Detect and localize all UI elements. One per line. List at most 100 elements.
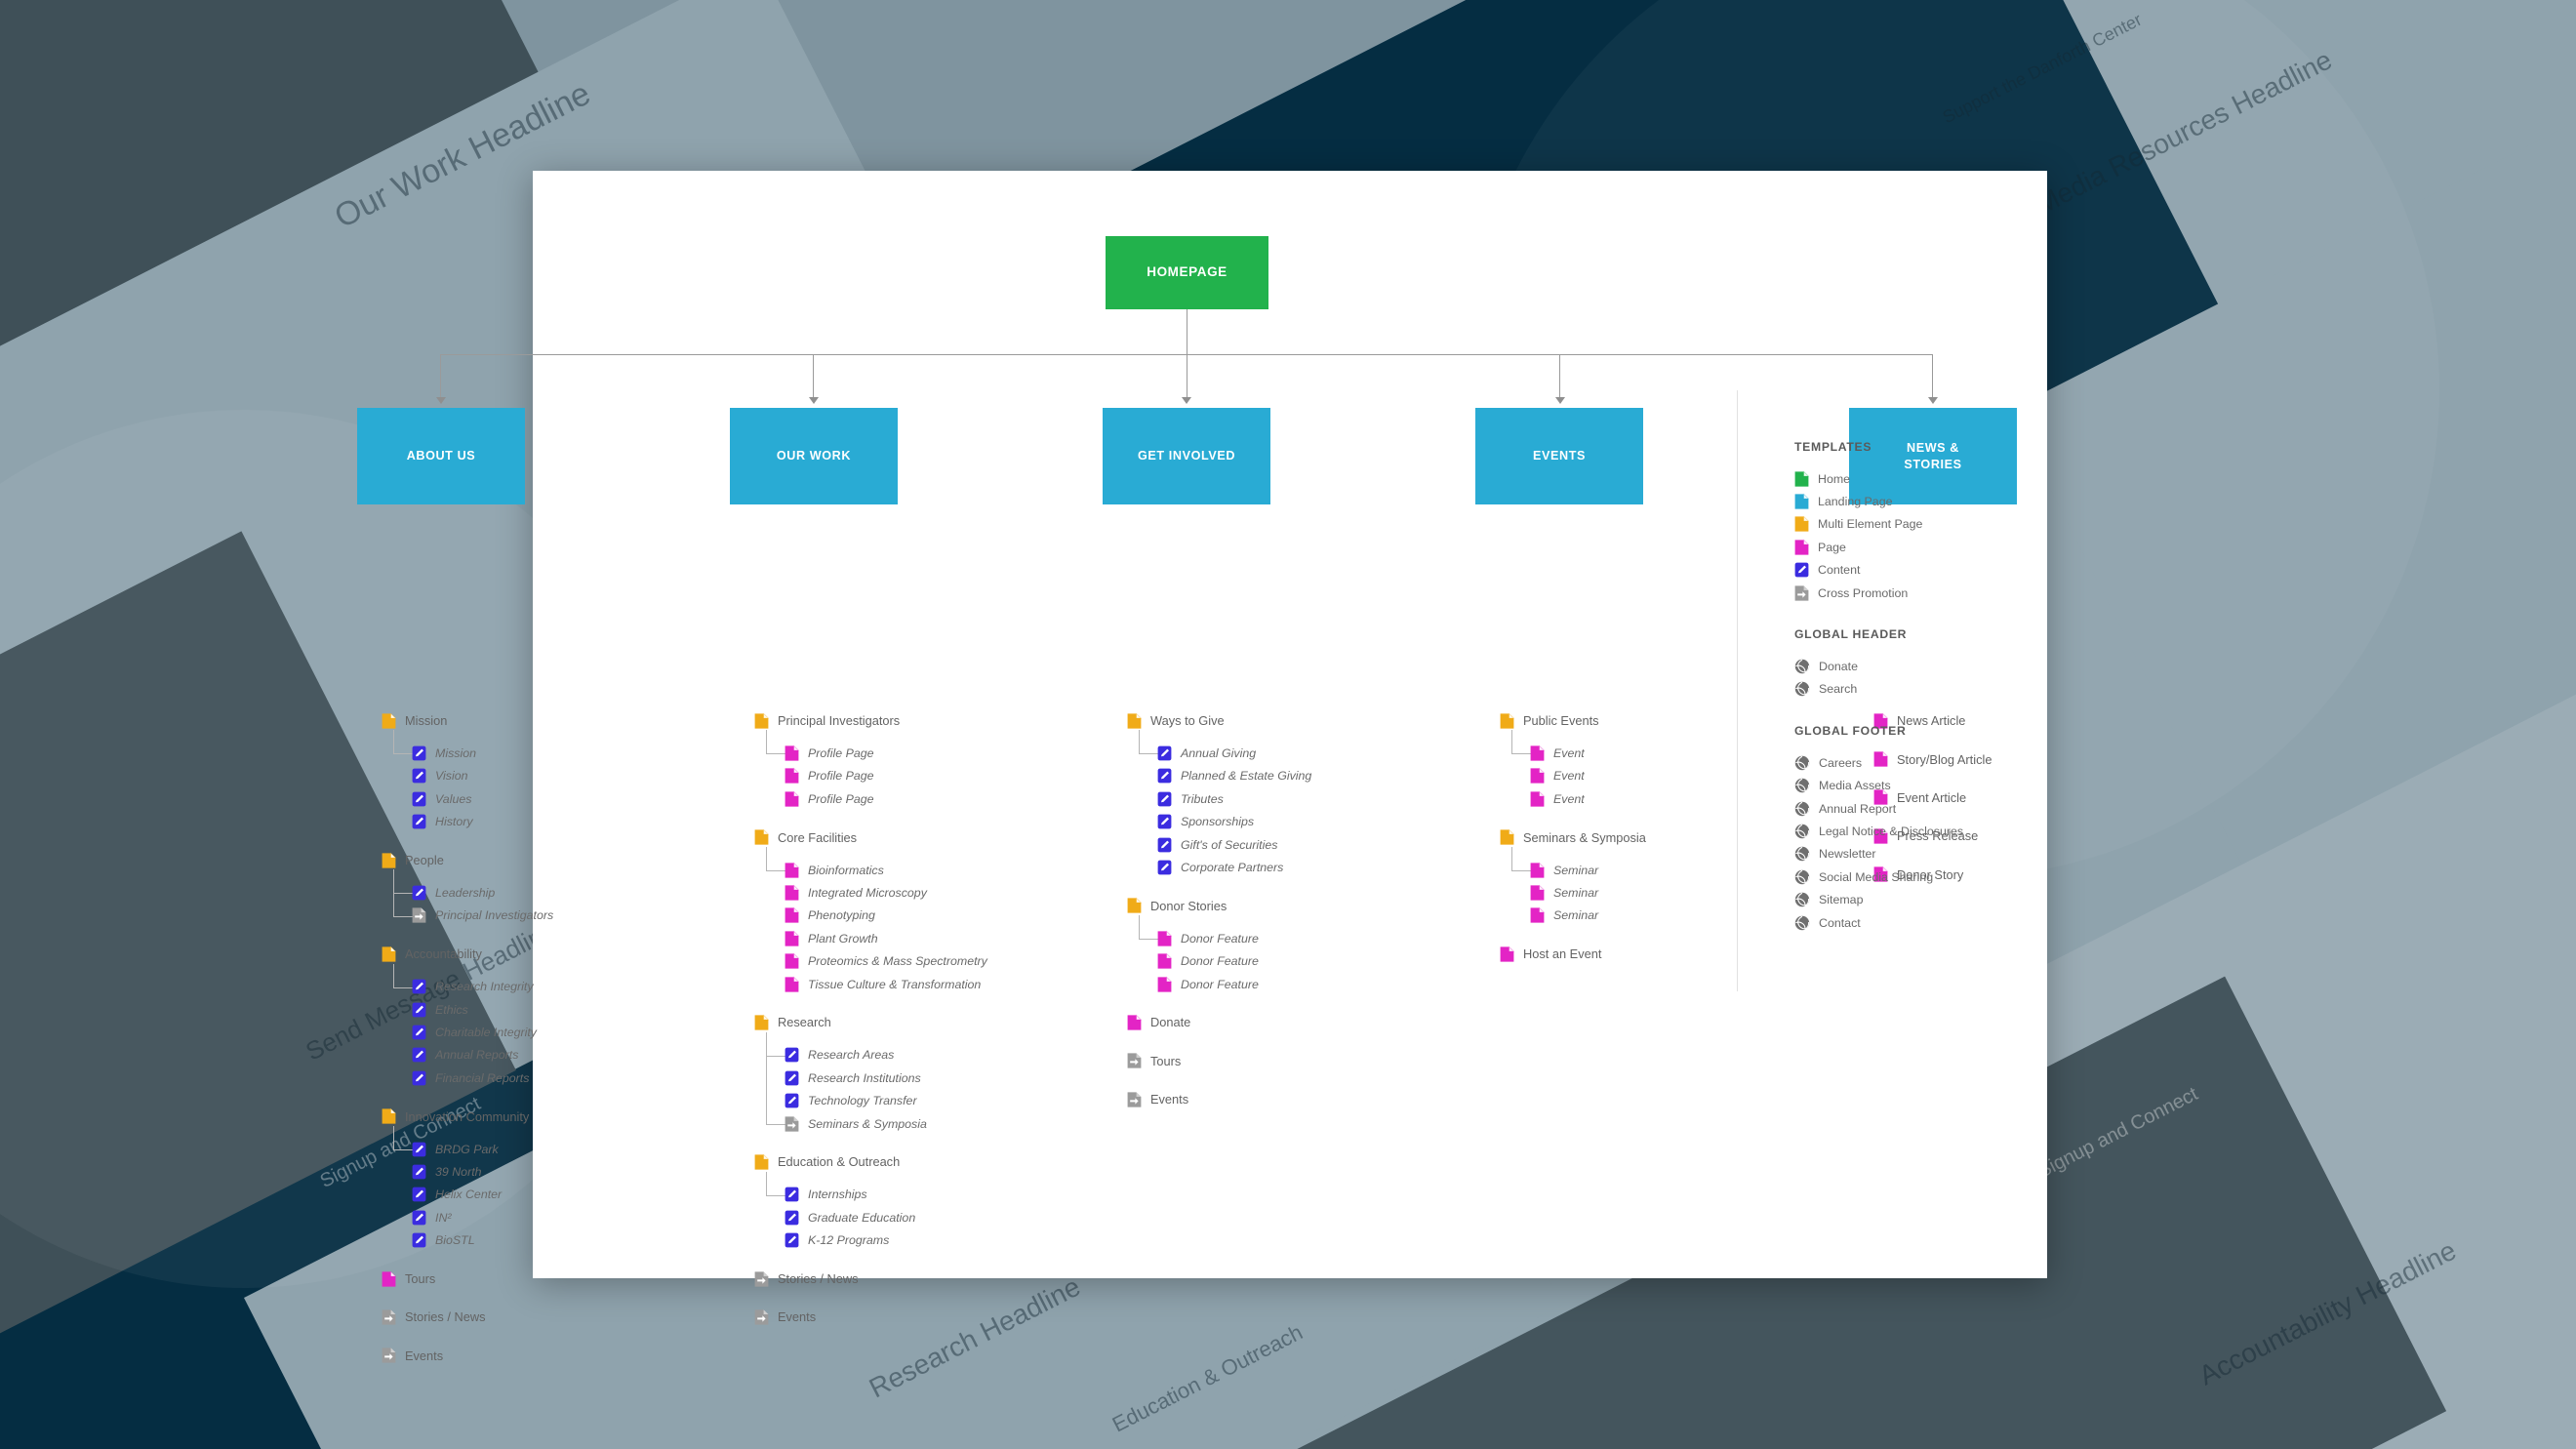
sitemap-child-row[interactable]: Principal Investigators xyxy=(382,869,704,927)
sitemap-parent-row[interactable]: Principal Investigators xyxy=(754,709,1086,732)
sitemap-child-row[interactable]: Proteomics & Mass Spectrometry xyxy=(754,950,1086,973)
legend-item[interactable]: Page xyxy=(1794,536,2048,558)
sitemap-parent-row[interactable]: Tours xyxy=(1127,1050,1449,1072)
legend-item[interactable]: Landing Page xyxy=(1794,490,2048,512)
sitemap-child-row[interactable]: Event xyxy=(1500,787,1822,810)
sitemap-parent-row[interactable]: Seminars & Symposia xyxy=(1500,826,1822,849)
node-about-us[interactable]: ABOUT US xyxy=(357,408,525,504)
sitemap-child-row[interactable]: Charitable Integrity xyxy=(382,1021,704,1043)
sitemap-parent-row[interactable]: Stories / News xyxy=(754,1268,1086,1290)
sitemap-child-row[interactable]: Research Integrity xyxy=(382,963,704,998)
sitemap-parent-row[interactable]: Stories / News xyxy=(382,1306,704,1328)
legend-item[interactable]: Home xyxy=(1794,467,2048,490)
sitemap-child-row[interactable]: Seminar xyxy=(1500,905,1822,927)
sitemap-child-row[interactable]: History xyxy=(382,811,704,833)
legend-item[interactable]: Legal Notice & Disclosures xyxy=(1794,820,2048,842)
sitemap-child-row[interactable]: Donor Feature xyxy=(1127,973,1449,995)
sitemap-parent-row[interactable]: Ways to Give xyxy=(1127,709,1449,732)
sitemap-parent-row[interactable]: Innovation Community xyxy=(382,1105,704,1127)
page-icon xyxy=(1530,906,1546,924)
tree-elbow xyxy=(766,730,790,757)
sitemap-child-row[interactable]: Phenotyping xyxy=(754,905,1086,927)
sitemap-child-row[interactable]: BioSTL xyxy=(382,1228,704,1251)
sitemap-child-row[interactable]: Event xyxy=(1500,765,1822,787)
sitemap-child-row[interactable]: Plant Growth xyxy=(754,927,1086,949)
sitemap-parent-row[interactable]: People xyxy=(382,849,704,871)
sitemap-child-row[interactable]: Seminar xyxy=(1500,846,1822,881)
sitemap-child-row[interactable]: Planned & Estate Giving xyxy=(1127,765,1449,787)
legend-item[interactable]: Newsletter xyxy=(1794,843,2048,865)
legend-item[interactable]: Cross Promotion xyxy=(1794,582,2048,604)
sitemap-parent-label: Public Events xyxy=(1523,713,1599,729)
legend-item[interactable]: Social Media Sharing xyxy=(1794,865,2048,888)
globe-icon xyxy=(1794,915,1810,931)
sitemap-child-row[interactable]: Helix Center xyxy=(382,1184,704,1206)
sitemap-child-row[interactable]: Research Areas xyxy=(754,1031,1086,1067)
sitemap-child-row[interactable]: Annual Reports xyxy=(382,1044,704,1067)
sitemap-parent-label: Host an Event xyxy=(1523,946,1602,962)
sitemap-child-row[interactable]: Gift's of Securities xyxy=(1127,833,1449,856)
sitemap-child-row[interactable]: Research Institutions xyxy=(754,1067,1086,1089)
sitemap-child-row[interactable]: Donor Feature xyxy=(1127,915,1449,949)
sitemap-parent-row[interactable]: Events xyxy=(754,1306,1086,1328)
legend-item[interactable]: Media Assets xyxy=(1794,775,2048,797)
legend-item[interactable]: Search xyxy=(1794,678,2048,701)
sitemap-child-row[interactable]: Leadership xyxy=(382,869,704,904)
sitemap-child-row[interactable]: Integrated Microscopy xyxy=(754,881,1086,904)
sitemap-child-row[interactable]: Graduate Education xyxy=(754,1206,1086,1228)
sitemap-child-row[interactable]: Mission xyxy=(382,730,704,764)
sitemap-parent-row[interactable]: Public Events xyxy=(1500,709,1822,732)
content-icon xyxy=(412,1186,426,1203)
sitemap-parent-row[interactable]: Events xyxy=(1127,1088,1449,1110)
sitemap-child-row[interactable]: BRDG Park xyxy=(382,1125,704,1160)
legend-item[interactable]: Contact xyxy=(1794,911,2048,934)
legend-item[interactable]: Careers xyxy=(1794,751,2048,774)
sitemap-child-row[interactable]: Corporate Partners xyxy=(1127,856,1449,878)
sitemap-child-row[interactable]: Profile Page xyxy=(754,730,1086,764)
sitemap-child-row[interactable]: Annual Giving xyxy=(1127,730,1449,764)
sitemap-child-row[interactable]: Profile Page xyxy=(754,765,1086,787)
legend-item[interactable]: Donate xyxy=(1794,655,2048,677)
sitemap-child-row[interactable]: 39 North xyxy=(382,1160,704,1183)
legend-item[interactable]: Content xyxy=(1794,559,2048,582)
sitemap-child-row[interactable]: Values xyxy=(382,787,704,810)
sitemap-child-row[interactable]: Financial Reports xyxy=(382,1067,704,1089)
sitemap-group: Events xyxy=(1127,1088,1449,1110)
sitemap-child-row[interactable]: Seminar xyxy=(1500,881,1822,904)
sitemap-child-row[interactable]: Profile Page xyxy=(754,787,1086,810)
legend-item[interactable]: Multi Element Page xyxy=(1794,513,2048,536)
sitemap-child-row[interactable]: K-12 Programs xyxy=(754,1228,1086,1251)
node-events[interactable]: EVENTS xyxy=(1475,408,1643,504)
sitemap-parent-row[interactable]: Host an Event xyxy=(1500,943,1822,965)
sitemap-child-row[interactable]: Tissue Culture & Transformation xyxy=(754,973,1086,995)
sitemap-child-row[interactable]: Bioinformatics xyxy=(754,846,1086,881)
sitemap-parent-row[interactable]: Events xyxy=(382,1345,704,1367)
sitemap-parent-row[interactable]: Donate xyxy=(1127,1011,1449,1033)
sitemap-parent-row[interactable]: Core Facilities xyxy=(754,826,1086,849)
sitemap-child-row[interactable]: Technology Transfer xyxy=(754,1089,1086,1111)
legend-item[interactable]: Annual Report xyxy=(1794,797,2048,820)
sitemap-child-row[interactable]: Donor Feature xyxy=(1127,950,1449,973)
sitemap-parent-row[interactable]: Donor Stories xyxy=(1127,895,1449,917)
sitemap-parent-row[interactable]: Tours xyxy=(382,1268,704,1290)
node-homepage[interactable]: HOMEPAGE xyxy=(1106,236,1268,309)
sitemap-parent-row[interactable]: Mission xyxy=(382,709,704,732)
sitemap-parent-row[interactable]: Research xyxy=(754,1011,1086,1033)
sitemap-child-row[interactable]: Internships xyxy=(754,1171,1086,1206)
sitemap-child-row[interactable]: Sponsorships xyxy=(1127,811,1449,833)
sitemap-parent-row[interactable]: Education & Outreach xyxy=(754,1150,1086,1173)
sitemap-child-row[interactable]: Vision xyxy=(382,765,704,787)
sitemap-child-row[interactable]: Event xyxy=(1500,730,1822,764)
sitemap-child-row[interactable]: Tributes xyxy=(1127,787,1449,810)
sitemap-group: Tours xyxy=(382,1268,704,1290)
node-get-involved[interactable]: GET INVOLVED xyxy=(1103,408,1270,504)
globe-icon xyxy=(1794,824,1810,839)
legend-item[interactable]: Sitemap xyxy=(1794,888,2048,910)
sitemap-child-row[interactable]: Seminars & Symposia xyxy=(754,1031,1086,1135)
sitemap-child-row[interactable]: IN² xyxy=(382,1206,704,1228)
sitemap-child-row[interactable]: Ethics xyxy=(382,998,704,1021)
sitemap-parent-row[interactable]: Accountability xyxy=(382,943,704,965)
node-our-work[interactable]: OUR WORK xyxy=(730,408,898,504)
